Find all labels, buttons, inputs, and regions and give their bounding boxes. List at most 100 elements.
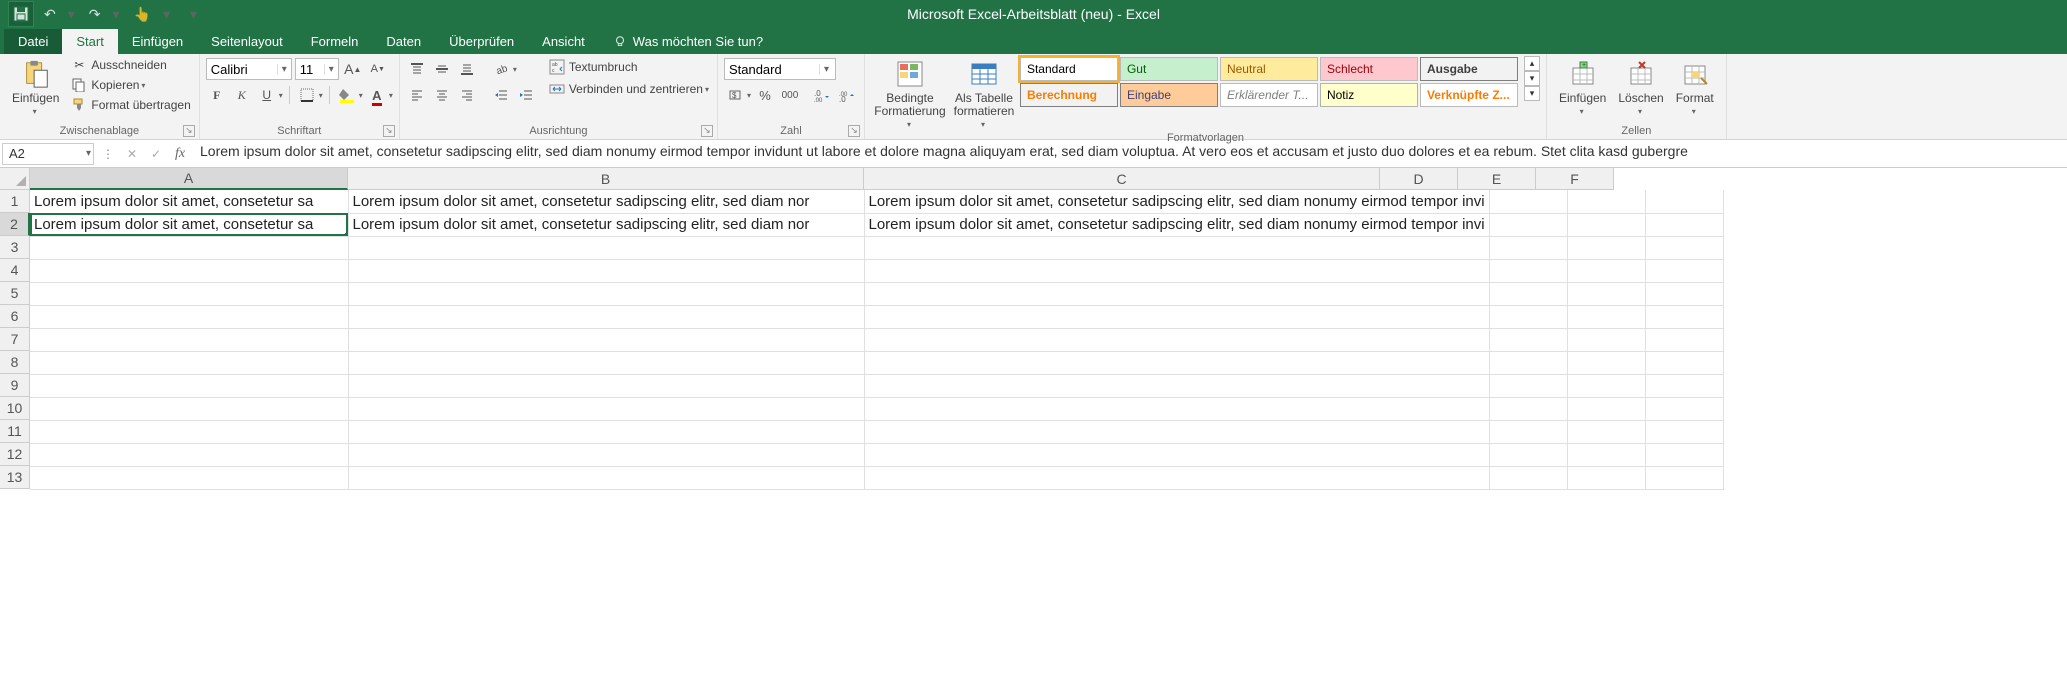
qat-customize-icon[interactable]: ▾ bbox=[186, 6, 201, 23]
row-header-11[interactable]: 11 bbox=[0, 420, 30, 443]
cut-button[interactable]: ✂ Ausschneiden bbox=[69, 56, 192, 74]
style-cell-neutral[interactable]: Neutral bbox=[1220, 57, 1318, 81]
cell-F2[interactable] bbox=[1645, 213, 1723, 236]
format-painter-button[interactable]: Format übertragen bbox=[69, 96, 192, 114]
decrease-decimal-icon[interactable]: .00.0 bbox=[836, 84, 858, 106]
cell-E1[interactable] bbox=[1567, 190, 1645, 213]
cell-B5[interactable] bbox=[348, 282, 864, 305]
cell-D10[interactable] bbox=[1489, 397, 1567, 420]
accounting-format-icon[interactable]: $ bbox=[724, 84, 746, 106]
cell-C8[interactable] bbox=[864, 351, 1489, 374]
cell-A1[interactable]: Lorem ipsum dolor sit amet, consetetur s… bbox=[30, 190, 348, 213]
font-launcher-icon[interactable]: ↘ bbox=[383, 125, 395, 137]
column-header-C[interactable]: C bbox=[864, 168, 1380, 190]
select-all-corner[interactable] bbox=[0, 168, 30, 190]
cell-D1[interactable] bbox=[1489, 190, 1567, 213]
cell-C3[interactable] bbox=[864, 236, 1489, 259]
cell-D7[interactable] bbox=[1489, 328, 1567, 351]
cell-B4[interactable] bbox=[348, 259, 864, 282]
cell-C12[interactable] bbox=[864, 443, 1489, 466]
tab-review[interactable]: Überprüfen bbox=[435, 29, 528, 54]
cell-B2[interactable]: Lorem ipsum dolor sit amet, consetetur s… bbox=[348, 213, 864, 236]
row-header-3[interactable]: 3 bbox=[0, 236, 30, 259]
cell-F7[interactable] bbox=[1645, 328, 1723, 351]
touch-mode-icon[interactable]: 👆 bbox=[130, 6, 155, 23]
name-box[interactable]: A2 ▾ bbox=[2, 143, 94, 165]
font-name-input[interactable] bbox=[207, 62, 277, 77]
cell-E6[interactable] bbox=[1567, 305, 1645, 328]
cell-D11[interactable] bbox=[1489, 420, 1567, 443]
cell-B8[interactable] bbox=[348, 351, 864, 374]
style-cell-erkl-render-t-[interactable]: Erklärender T... bbox=[1220, 83, 1318, 107]
insert-function-icon[interactable]: fx bbox=[168, 143, 192, 165]
row-header-9[interactable]: 9 bbox=[0, 374, 30, 397]
cell-D8[interactable] bbox=[1489, 351, 1567, 374]
cell-E2[interactable] bbox=[1567, 213, 1645, 236]
font-size-combo[interactable]: ▾ bbox=[295, 58, 339, 80]
fill-color-dropdown-icon[interactable]: ▾ bbox=[359, 91, 363, 100]
styles-scroll-up-icon[interactable]: ▴ bbox=[1524, 56, 1540, 71]
font-color-dropdown-icon[interactable]: ▾ bbox=[389, 91, 393, 100]
cell-A4[interactable] bbox=[30, 259, 348, 282]
row-header-12[interactable]: 12 bbox=[0, 443, 30, 466]
formula-enter-icon[interactable]: ✓ bbox=[144, 143, 168, 165]
tab-page-layout[interactable]: Seitenlayout bbox=[197, 29, 297, 54]
align-left-icon[interactable] bbox=[406, 84, 428, 106]
cell-A6[interactable] bbox=[30, 305, 348, 328]
cell-A13[interactable] bbox=[30, 466, 348, 489]
name-box-dropdown-icon[interactable]: ▾ bbox=[86, 148, 91, 159]
cell-C13[interactable] bbox=[864, 466, 1489, 489]
insert-cells-button[interactable]: + Einfügen▾ bbox=[1553, 56, 1612, 118]
number-format-combo[interactable]: ▾ bbox=[724, 58, 836, 80]
style-cell-eingabe[interactable]: Eingabe bbox=[1120, 83, 1218, 107]
percent-icon[interactable]: % bbox=[754, 84, 776, 106]
cell-F9[interactable] bbox=[1645, 374, 1723, 397]
row-header-5[interactable]: 5 bbox=[0, 282, 30, 305]
font-name-combo[interactable]: ▾ bbox=[206, 58, 292, 80]
borders-button[interactable] bbox=[296, 84, 318, 106]
column-header-F[interactable]: F bbox=[1536, 168, 1614, 190]
cell-D4[interactable] bbox=[1489, 259, 1567, 282]
number-launcher-icon[interactable]: ↘ bbox=[848, 125, 860, 137]
font-name-dropdown-icon[interactable]: ▾ bbox=[277, 64, 291, 75]
number-format-dropdown-icon[interactable]: ▾ bbox=[819, 64, 833, 75]
cell-D12[interactable] bbox=[1489, 443, 1567, 466]
cell-E5[interactable] bbox=[1567, 282, 1645, 305]
row-header-13[interactable]: 13 bbox=[0, 466, 30, 489]
tab-formulas[interactable]: Formeln bbox=[297, 29, 373, 54]
delete-cells-button[interactable]: Löschen▾ bbox=[1612, 56, 1669, 118]
cell-E4[interactable] bbox=[1567, 259, 1645, 282]
cell-D5[interactable] bbox=[1489, 282, 1567, 305]
cell-F6[interactable] bbox=[1645, 305, 1723, 328]
cell-area[interactable]: Lorem ipsum dolor sit amet, consetetur s… bbox=[30, 190, 1724, 490]
cell-E10[interactable] bbox=[1567, 397, 1645, 420]
cell-E3[interactable] bbox=[1567, 236, 1645, 259]
styles-scroll-down-icon[interactable]: ▾ bbox=[1524, 71, 1540, 86]
merge-dropdown-icon[interactable]: ▾ bbox=[705, 85, 709, 94]
font-color-button[interactable]: A bbox=[366, 84, 388, 106]
redo-icon[interactable]: ↷ bbox=[85, 6, 105, 23]
cell-F3[interactable] bbox=[1645, 236, 1723, 259]
cell-D13[interactable] bbox=[1489, 466, 1567, 489]
style-cell-notiz[interactable]: Notiz bbox=[1320, 83, 1418, 107]
conditional-formatting-button[interactable]: Bedingte Formatierung▾ bbox=[871, 56, 949, 131]
underline-button[interactable]: U bbox=[256, 84, 278, 106]
cell-B1[interactable]: Lorem ipsum dolor sit amet, consetetur s… bbox=[348, 190, 864, 213]
format-as-table-button[interactable]: Als Tabelle formatieren▾ bbox=[949, 56, 1019, 131]
cell-B9[interactable] bbox=[348, 374, 864, 397]
cell-C4[interactable] bbox=[864, 259, 1489, 282]
touch-dropdown-icon[interactable]: ▾ bbox=[159, 6, 174, 23]
font-size-input[interactable] bbox=[296, 62, 324, 77]
tab-view[interactable]: Ansicht bbox=[528, 29, 599, 54]
styles-more-icon[interactable]: ▾ bbox=[1524, 86, 1540, 101]
column-header-D[interactable]: D bbox=[1380, 168, 1458, 190]
cell-F11[interactable] bbox=[1645, 420, 1723, 443]
cell-C9[interactable] bbox=[864, 374, 1489, 397]
increase-indent-icon[interactable] bbox=[515, 84, 537, 106]
cell-B6[interactable] bbox=[348, 305, 864, 328]
copy-button[interactable]: Kopieren ▾ bbox=[69, 76, 192, 94]
tab-file[interactable]: Datei bbox=[4, 29, 62, 54]
cell-F4[interactable] bbox=[1645, 259, 1723, 282]
borders-dropdown-icon[interactable]: ▾ bbox=[319, 91, 323, 100]
tab-start[interactable]: Start bbox=[62, 29, 117, 54]
